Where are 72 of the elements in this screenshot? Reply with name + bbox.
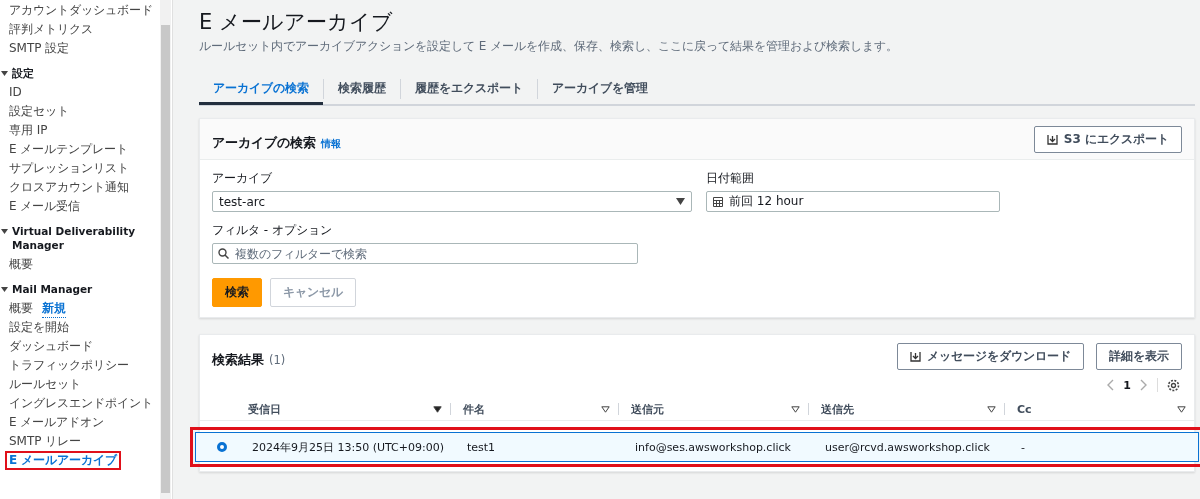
sort-icon[interactable] — [601, 405, 610, 413]
sort-icon[interactable] — [791, 405, 800, 413]
nav-link[interactable]: 設定を開始 — [5, 318, 73, 337]
panel-title: 検索結果 — [212, 351, 264, 369]
filter-search-field[interactable]: 複数のフィルターで検索 — [212, 243, 638, 264]
field-label: アーカイブ — [212, 170, 273, 187]
column-header[interactable]: 送信先 — [809, 403, 1005, 415]
nav-link[interactable]: イングレスエンドポイント — [5, 394, 157, 413]
download-icon — [1046, 133, 1058, 145]
page-description: ルールセット内でアーカイブアクションを設定して E メールを作成、保存、検索し、ここに戻って結果を管理および検索します。 — [199, 38, 900, 55]
nav-link[interactable]: 設定セット — [5, 102, 73, 121]
nav-link[interactable]: サプレッションリスト — [5, 159, 133, 178]
download-button[interactable]: メッセージをダウンロード — [897, 343, 1084, 370]
calendar-icon — [713, 196, 723, 207]
nav-link[interactable]: クロスアカウント通知 — [5, 178, 133, 197]
column-header[interactable]: Cc — [1005, 403, 1194, 415]
tab[interactable]: アーカイブの検索 — [199, 75, 323, 105]
nav-link[interactable]: トラフィックポリシー — [5, 356, 133, 375]
info-link[interactable]: 情報 — [321, 137, 341, 151]
table-cell-text: - — [1020, 440, 1026, 454]
table-row[interactable]: 2024年9月25日 13:50 (UTC+09:00) test1 info@ses.awsworkshop.click user@rcvd.awsworkshop.click - — [190, 427, 1200, 467]
page-title: E メールアーカイブ — [199, 9, 394, 36]
nav-link[interactable]: E メールアーカイブ — [5, 451, 122, 470]
export-button[interactable]: S3 にエクスポート — [1033, 125, 1182, 153]
field-label: 日付範囲 — [706, 170, 755, 187]
radio-button[interactable] — [217, 442, 227, 452]
column-header[interactable]: 送信元 — [619, 403, 809, 415]
caret-icon — [1, 70, 8, 77]
nav-section-toggle[interactable]: Virtual Deliverability Manager — [0, 221, 160, 255]
page-number[interactable]: 1 — [1123, 378, 1131, 392]
nav-link[interactable]: 概要 — [5, 299, 37, 318]
nav-link[interactable]: SMTP 設定 — [5, 39, 74, 58]
table-cell-text: 2024年9月25日 13:50 (UTC+09:00) — [251, 439, 445, 455]
archive-select[interactable]: test-arc — [212, 191, 692, 212]
tab[interactable]: アーカイブを管理 — [538, 75, 662, 105]
tab[interactable]: 履歴をエクスポート — [401, 75, 537, 105]
nav-link[interactable]: 評判メトリクス — [5, 20, 97, 39]
nav-link[interactable]: 専用 IP — [5, 121, 52, 140]
nav-link[interactable]: ルールセット — [5, 375, 85, 394]
nav-link[interactable]: E メール受信 — [5, 197, 85, 216]
scrollbar[interactable] — [160, 0, 171, 499]
field-label: フィルタ - オプション — [212, 222, 333, 239]
table-cell-text: test1 — [466, 440, 497, 454]
sort-icon[interactable] — [433, 405, 442, 413]
search-button[interactable]: 検索 — [212, 278, 262, 307]
nav-link[interactable]: SMTP リレー — [5, 432, 86, 451]
nav-section-toggle[interactable]: 設定 — [0, 63, 160, 83]
dropdown-icon — [676, 198, 685, 205]
column-header[interactable]: 件名 — [451, 403, 619, 415]
nav-link[interactable]: E メールテンプレート — [5, 140, 133, 159]
nav-section-toggle[interactable]: Mail Manager — [0, 279, 160, 299]
table-cell-text: info@ses.awsworkshop.click — [634, 440, 792, 454]
table-cell-text: user@rcvd.awsworkshop.click — [824, 440, 991, 454]
panel-title: アーカイブの検索 — [212, 134, 316, 152]
nav-link[interactable]: アカウントダッシュボード — [5, 1, 157, 20]
caret-icon — [1, 286, 8, 293]
column-header[interactable]: 受信日 — [236, 403, 451, 415]
caret-icon — [1, 228, 8, 235]
details-button[interactable]: 詳細を表示 — [1096, 343, 1182, 370]
nav-link[interactable]: ダッシュボード — [5, 337, 97, 356]
date-range-field[interactable]: 前回 12 hour — [706, 191, 1000, 212]
sort-icon[interactable] — [1177, 405, 1186, 413]
nav-link[interactable]: E メールアドオン — [5, 413, 109, 432]
tab[interactable]: 検索履歴 — [324, 75, 400, 105]
nav-link[interactable]: ID — [5, 83, 26, 102]
sort-icon[interactable] — [987, 405, 996, 413]
result-count: (1) — [269, 353, 286, 367]
settings-icon[interactable] — [1167, 378, 1180, 392]
search-icon — [218, 248, 229, 259]
download-icon — [910, 351, 921, 362]
nav-link[interactable]: 概要 — [5, 255, 37, 274]
new-label: 新規 — [42, 299, 66, 318]
